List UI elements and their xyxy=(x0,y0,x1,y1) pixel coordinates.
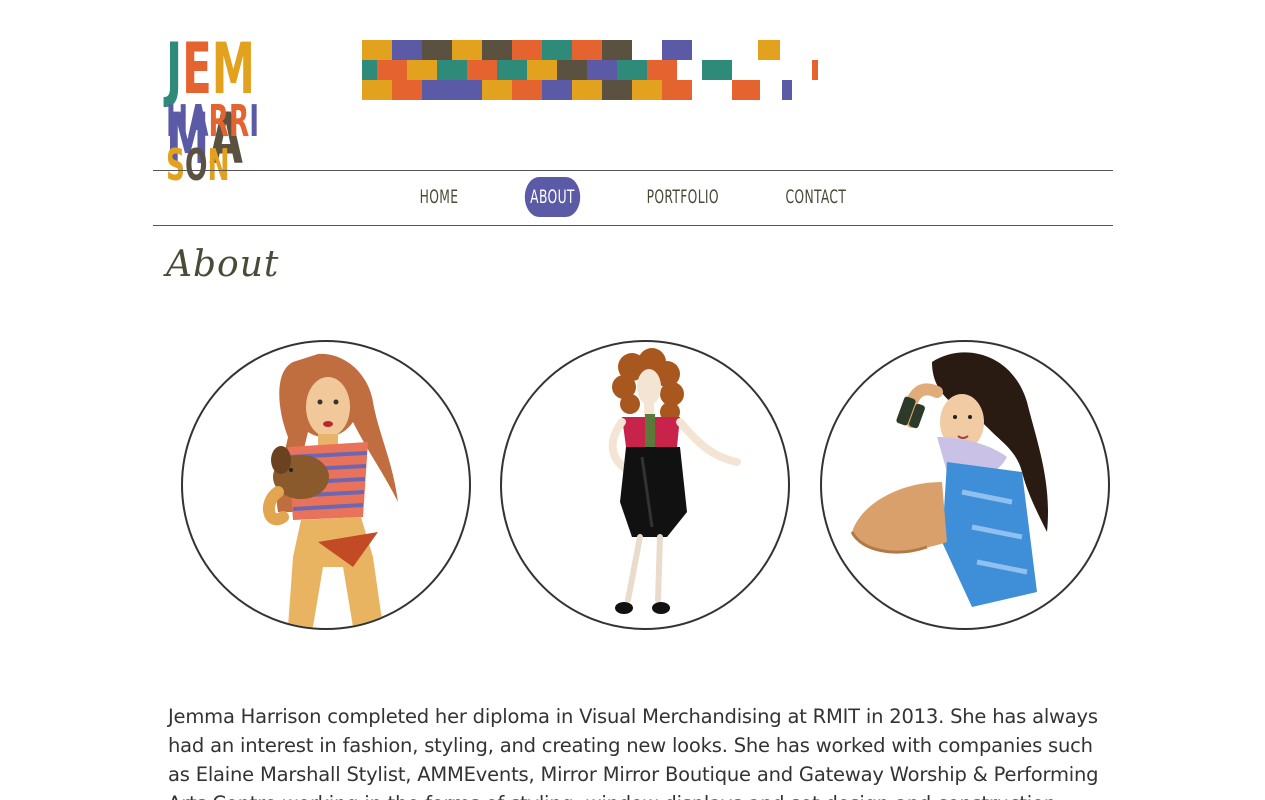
brick-tile xyxy=(362,80,392,100)
brick-tile xyxy=(482,40,512,60)
site-logo[interactable]: JEMMA HARRISON xyxy=(166,28,341,188)
brick-tile xyxy=(557,60,587,80)
brick-tile xyxy=(392,80,422,100)
bio-line-3: as Elaine Marshall Stylist, AMMEvents, M… xyxy=(168,763,1099,786)
brick-pattern-banner xyxy=(362,40,818,100)
nav-contact[interactable]: CONTACT xyxy=(785,177,845,217)
main-navigation: HOME ABOUT PORTFOLIO CONTACT xyxy=(153,170,1113,226)
portrait-curly-hair-black-skirt[interactable] xyxy=(500,340,790,630)
brick-tile xyxy=(587,60,617,80)
logo-letter: R xyxy=(228,96,250,147)
brick-tile xyxy=(392,40,422,60)
page: JEMMA HARRISON HOME ABOUT PORTFOLIO CONT… xyxy=(0,0,1265,800)
brick-tile xyxy=(812,60,818,80)
brick-tile xyxy=(632,80,662,100)
brick-tile xyxy=(362,60,377,80)
portrait-seated-blue-dress[interactable] xyxy=(820,340,1110,630)
bio-line-4: Arts Centre working in the forms of styl… xyxy=(168,789,1108,800)
brick-tile xyxy=(437,60,467,80)
bio-line-2: had an interest in fashion, styling, and… xyxy=(168,734,1093,757)
bio-line-1: Jemma Harrison completed her diploma in … xyxy=(168,705,1098,728)
brick-tile xyxy=(422,80,452,100)
brick-tile xyxy=(422,40,452,60)
brick-tile xyxy=(662,40,692,60)
portrait-redhead-with-puppy[interactable] xyxy=(181,340,471,630)
brick-tile xyxy=(377,60,407,80)
logo-letter: E xyxy=(182,28,212,110)
brick-tile xyxy=(782,80,792,100)
brick-tile xyxy=(572,80,602,100)
illustration-figure-3 xyxy=(850,352,1048,607)
nav-about[interactable]: ABOUT xyxy=(524,177,581,217)
brick-tile xyxy=(497,60,527,80)
brick-tile xyxy=(452,40,482,60)
brick-tile xyxy=(407,60,437,80)
brick-tile xyxy=(572,40,602,60)
brick-tile xyxy=(647,60,677,80)
brick-tile xyxy=(482,80,512,100)
brick-tile xyxy=(542,80,572,100)
nav-home[interactable]: HOME xyxy=(417,177,460,217)
brick-tile xyxy=(512,80,542,100)
illustration-figure-2 xyxy=(608,348,741,614)
page-title: About xyxy=(166,244,280,285)
brick-tile xyxy=(617,60,647,80)
logo-letter: J xyxy=(166,28,183,110)
brick-tile xyxy=(452,80,482,100)
logo-letter: A xyxy=(188,96,209,147)
brick-tile xyxy=(602,40,632,60)
brick-tile xyxy=(512,40,542,60)
brick-tile xyxy=(702,60,732,80)
brick-tile xyxy=(758,40,780,60)
brick-tile xyxy=(732,80,760,100)
brick-tile xyxy=(602,80,632,100)
nav-portfolio[interactable]: PORTFOLIO xyxy=(647,177,719,217)
logo-letter: I xyxy=(249,96,260,147)
brick-tile xyxy=(362,40,392,60)
logo-letter: H xyxy=(166,96,189,147)
logo-letter: R xyxy=(208,96,229,147)
illustration-figure-1 xyxy=(263,353,398,627)
brick-tile xyxy=(662,80,692,100)
about-bio: Jemma Harrison completed her diploma in … xyxy=(168,702,1108,800)
logo-letter: M xyxy=(211,28,255,110)
brick-tile xyxy=(527,60,557,80)
brick-tile xyxy=(542,40,572,60)
brick-tile xyxy=(467,60,497,80)
